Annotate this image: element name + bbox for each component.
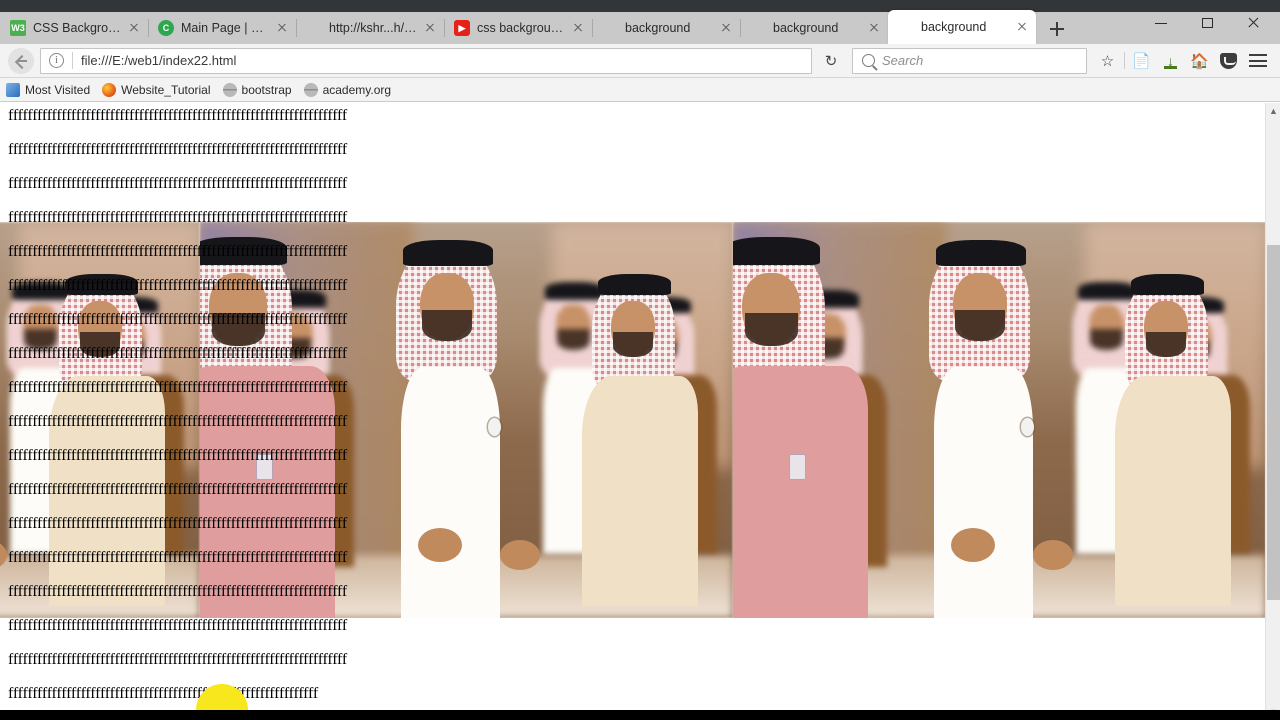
browser-tab-1[interactable]: W3 CSS Backgrounds	[0, 12, 148, 44]
bookmark-label: bootstrap	[241, 82, 292, 97]
wiki-icon: C	[158, 20, 174, 36]
filler-text-line: ffffffffffffffffffffffffffffffffffffffff…	[8, 549, 348, 566]
menu-icon[interactable]	[1243, 47, 1272, 75]
browser-tab-5[interactable]: background	[592, 12, 740, 44]
pocket-icon[interactable]	[1214, 47, 1243, 75]
tab-close-icon[interactable]	[570, 20, 586, 36]
tab-strip: W3 CSS Backgrounds C Main Page | Khm... …	[0, 0, 1280, 44]
tab-close-icon[interactable]	[866, 20, 882, 36]
search-box[interactable]: Search	[852, 47, 1087, 74]
bottom-letterbox	[0, 710, 1280, 720]
globe-icon	[222, 82, 237, 97]
search-placeholder: Search	[882, 53, 924, 68]
browser-tab-2[interactable]: C Main Page | Khm...	[148, 12, 296, 44]
bookmark-label: Most Visited	[25, 82, 91, 97]
blank-icon	[306, 20, 322, 36]
scrollbar-thumb[interactable]	[1267, 245, 1280, 600]
filler-text-line: ffffffffffffffffffffffffffffffffffffffff…	[8, 651, 348, 668]
window-controls	[1138, 6, 1280, 40]
firefox-icon	[102, 82, 117, 97]
bookmark-academy-org[interactable]: academy.org	[303, 82, 392, 97]
bookmark-label: academy.org	[322, 82, 392, 97]
bookmarks-bar: Most Visited Website_Tutorial bootstrap …	[0, 78, 1280, 102]
filler-text-line: ffffffffffffffffffffffffffffffffffffffff…	[8, 685, 318, 702]
filler-text-line: ffffffffffffffffffffffffffffffffffffffff…	[8, 481, 348, 498]
downloads-icon[interactable]: ↓	[1156, 47, 1185, 75]
filler-text-line: ffffffffffffffffffffffffffffffffffffffff…	[8, 583, 348, 600]
page-viewport: ffffffffffffffffffffffffffffffffffffffff…	[0, 103, 1280, 720]
filler-text-line: ffffffffffffffffffffffffffffffffffffffff…	[8, 175, 348, 192]
new-tab-button[interactable]	[1042, 14, 1072, 44]
browser-tab-3[interactable]: http://kshr...h/register/	[296, 12, 444, 44]
filler-text-line: ffffffffffffffffffffffffffffffffffffffff…	[8, 447, 348, 464]
bookmark-most-visited[interactable]: Most Visited	[6, 82, 91, 97]
filler-text-line: ffffffffffffffffffffffffffffffffffffffff…	[8, 617, 348, 634]
back-button[interactable]	[8, 47, 34, 74]
tab-title: background	[625, 21, 691, 35]
filler-text-block: ffffffffffffffffffffffffffffffffffffffff…	[0, 103, 1265, 720]
tab-close-icon[interactable]	[718, 20, 734, 36]
bookmark-star-icon[interactable]: ☆	[1093, 47, 1122, 75]
tab-title: http://kshr...h/register/	[329, 21, 418, 35]
url-text: file:///E:/web1/index22.html	[81, 53, 237, 68]
tab-title: CSS Backgrounds	[33, 21, 122, 35]
blank-icon	[750, 20, 766, 36]
close-button[interactable]	[1230, 8, 1276, 38]
tab-title: background	[921, 20, 987, 34]
search-icon	[862, 54, 875, 67]
filler-text-line: ffffffffffffffffffffffffffffffffffffffff…	[8, 243, 348, 260]
filler-text-line: ffffffffffffffffffffffffffffffffffffffff…	[8, 311, 348, 328]
divider	[72, 52, 73, 69]
blank-icon	[898, 19, 914, 35]
tab-close-icon[interactable]	[274, 20, 290, 36]
filler-text-line: ffffffffffffffffffffffffffffffffffffffff…	[8, 345, 348, 362]
toolbar-icons: ☆ 📄 ↓ 🏠	[1093, 47, 1272, 75]
scroll-up-arrow-icon[interactable]: ▲	[1266, 103, 1280, 119]
browser-window: W3 CSS Backgrounds C Main Page | Khm... …	[0, 0, 1280, 720]
bookmark-bootstrap[interactable]: bootstrap	[222, 82, 292, 97]
page-info-icon[interactable]: i	[49, 53, 64, 68]
vertical-scrollbar[interactable]: ▲ ▼	[1265, 103, 1280, 720]
filler-text-line: ffffffffffffffffffffffffffffffffffffffff…	[8, 515, 348, 532]
tab-close-icon[interactable]	[422, 20, 438, 36]
globe-icon	[303, 82, 318, 97]
filler-text-line: ffffffffffffffffffffffffffffffffffffffff…	[8, 107, 348, 124]
filler-text-line: ffffffffffffffffffffffffffffffffffffffff…	[8, 277, 348, 294]
browser-tab-7-active[interactable]: background	[888, 10, 1036, 44]
filler-text-line: ffffffffffffffffffffffffffffffffffffffff…	[8, 141, 348, 158]
maximize-button[interactable]	[1184, 8, 1230, 38]
tab-title: css background t...	[477, 21, 566, 35]
address-bar[interactable]: i file:///E:/web1/index22.html	[40, 47, 812, 74]
blank-icon	[602, 20, 618, 36]
tab-close-icon[interactable]	[126, 20, 142, 36]
library-icon[interactable]: 📄	[1127, 47, 1156, 75]
divider	[1124, 52, 1125, 69]
browser-tab-4[interactable]: ▶ css background t...	[444, 12, 592, 44]
home-icon[interactable]: 🏠	[1185, 47, 1214, 75]
filler-text-line: ffffffffffffffffffffffffffffffffffffffff…	[8, 413, 348, 430]
browser-tab-6[interactable]: background	[740, 12, 888, 44]
tab-title: background	[773, 21, 839, 35]
reload-icon[interactable]: ↻	[818, 48, 844, 74]
most-visited-icon	[6, 82, 20, 97]
youtube-icon: ▶	[454, 20, 470, 36]
web-page-content: ffffffffffffffffffffffffffffffffffffffff…	[0, 103, 1265, 720]
tab-close-icon[interactable]	[1014, 19, 1030, 35]
bookmark-label: Website_Tutorial	[121, 82, 211, 97]
w3schools-icon: W3	[10, 20, 26, 36]
minimize-button[interactable]	[1138, 8, 1184, 38]
navigation-toolbar: i file:///E:/web1/index22.html ↻ Search …	[0, 44, 1280, 78]
bookmark-website-tutorial[interactable]: Website_Tutorial	[102, 82, 211, 97]
tab-title: Main Page | Khm...	[181, 21, 270, 35]
filler-text-line: ffffffffffffffffffffffffffffffffffffffff…	[8, 209, 348, 226]
filler-text-line: ffffffffffffffffffffffffffffffffffffffff…	[8, 379, 348, 396]
